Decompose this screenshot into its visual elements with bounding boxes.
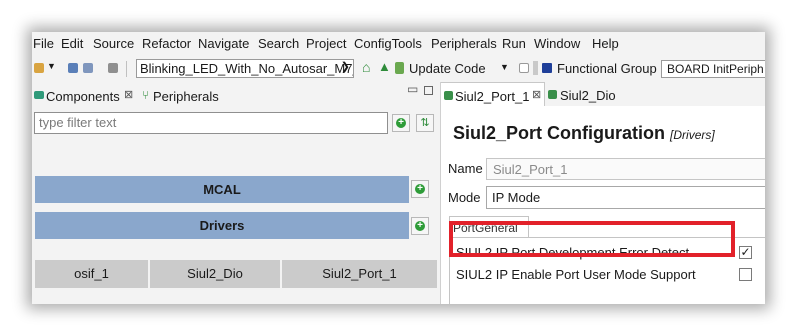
- menu-edit[interactable]: Edit: [61, 36, 83, 51]
- toolbar-separator-2: [533, 61, 538, 75]
- functional-group-icon: [542, 63, 552, 73]
- menu-peripherals[interactable]: Peripherals: [431, 36, 497, 51]
- menu-window[interactable]: Window: [534, 36, 580, 51]
- warning-icon[interactable]: ▲: [378, 59, 391, 74]
- tab-siul2-port-label: Siul2_Port_1: [455, 89, 530, 104]
- filter-input[interactable]: type filter text: [34, 112, 388, 134]
- checkmark-icon: ✓: [740, 245, 751, 259]
- close-icon[interactable]: ⊠: [124, 88, 133, 101]
- configuration-view: Siul2_Port_1 ⊠ Siul2_Dio Siul2_Port Conf…: [441, 82, 765, 304]
- component-osif[interactable]: osif_1: [35, 260, 148, 288]
- menu-source[interactable]: Source: [93, 36, 134, 51]
- update-code-dropdown-icon[interactable]: ▼: [500, 62, 509, 72]
- tab-port-general[interactable]: PortGeneral: [449, 216, 529, 238]
- add-drivers-button[interactable]: +: [411, 217, 429, 235]
- save-all-icon[interactable]: [83, 63, 93, 73]
- tab-peripherals[interactable]: Peripherals: [153, 89, 219, 104]
- component-icon: [444, 91, 453, 100]
- page-title-text: Siul2_Port Configuration: [453, 123, 666, 143]
- add-mcal-button[interactable]: +: [411, 180, 429, 198]
- component-siul2-dio[interactable]: Siul2_Dio: [150, 260, 280, 288]
- component-siul2-port[interactable]: Siul2_Port_1: [282, 260, 437, 288]
- name-field[interactable]: Siul2_Port_1: [486, 158, 765, 180]
- user-mode-support-checkbox[interactable]: [739, 268, 752, 281]
- menu-configtools[interactable]: ConfigTools: [354, 36, 422, 51]
- add-component-button[interactable]: +: [392, 114, 410, 132]
- toolbar: ▼ Blinking_LED_With_No_Autosar_M7_ ❯ ⌂ ▲…: [32, 56, 765, 82]
- minimize-icon[interactable]: ▭: [407, 82, 418, 96]
- dev-error-detect-checkbox[interactable]: ✓: [739, 246, 752, 259]
- toolbar-separator: [126, 61, 127, 77]
- maximize-icon[interactable]: [424, 86, 433, 95]
- menu-refactor[interactable]: Refactor: [142, 36, 191, 51]
- mode-select-value: IP Mode: [492, 190, 541, 205]
- functional-group-label: Functional Group: [557, 61, 657, 76]
- components-view: Components ⊠ ⑂ Peripherals ▭ type filter…: [32, 82, 440, 304]
- dev-error-detect-label: SIUL2 IP Port Development Error Detect: [456, 245, 690, 260]
- update-code-icon[interactable]: [395, 62, 404, 74]
- print-icon[interactable]: [108, 63, 118, 73]
- plus-icon: +: [415, 221, 425, 231]
- mode-label: Mode: [448, 190, 481, 205]
- document-icon[interactable]: [519, 63, 529, 73]
- page-title: Siul2_Port Configuration [Drivers]: [453, 123, 715, 144]
- filter-placeholder: type filter text: [39, 115, 117, 130]
- name-label: Name: [448, 161, 483, 176]
- group-drivers[interactable]: Drivers: [35, 212, 409, 239]
- menu-file[interactable]: File: [33, 36, 54, 51]
- save-icon[interactable]: [68, 63, 78, 73]
- functional-group-value: BOARD InitPeriph: [667, 62, 764, 76]
- components-icon: [34, 91, 44, 99]
- sort-button[interactable]: ⇅: [416, 114, 434, 132]
- new-file-icon[interactable]: [34, 63, 44, 73]
- project-combo-value: Blinking_LED_With_No_Autosar_M7_: [140, 61, 354, 76]
- menu-run[interactable]: Run: [502, 36, 526, 51]
- mode-select[interactable]: IP Mode: [486, 186, 765, 209]
- menu-project[interactable]: Project: [306, 36, 346, 51]
- chevron-down-icon: ❯: [340, 61, 350, 73]
- group-mcal[interactable]: MCAL: [35, 176, 409, 203]
- plus-icon: +: [396, 118, 406, 128]
- peripherals-tree-icon: ⑂: [142, 88, 150, 102]
- name-field-value: Siul2_Port_1: [493, 162, 568, 177]
- functional-group-combo[interactable]: BOARD InitPeriph: [661, 60, 765, 78]
- tab-siul2-port[interactable]: Siul2_Port_1 ⊠: [441, 82, 545, 106]
- sort-icon: ⇅: [420, 117, 430, 129]
- plus-icon: +: [415, 184, 425, 194]
- close-icon[interactable]: ⊠: [532, 88, 541, 101]
- project-combo[interactable]: Blinking_LED_With_No_Autosar_M7_ ❯: [136, 59, 354, 78]
- user-mode-support-label: SIUL2 IP Enable Port User Mode Support: [456, 267, 696, 282]
- ide-window: File Edit Source Refactor Navigate Searc…: [32, 32, 765, 304]
- component-icon: [548, 90, 557, 99]
- dropdown-arrow-icon[interactable]: ▼: [47, 61, 56, 71]
- page-title-subtitle: [Drivers]: [670, 128, 715, 142]
- menu-bar: File Edit Source Refactor Navigate Searc…: [32, 32, 765, 56]
- menu-help[interactable]: Help: [592, 36, 619, 51]
- tab-components[interactable]: Components: [46, 89, 120, 104]
- tab-siul2-dio[interactable]: Siul2_Dio: [560, 88, 616, 103]
- home-icon[interactable]: ⌂: [362, 59, 370, 75]
- update-code-button[interactable]: Update Code: [409, 61, 486, 76]
- config-editor: Siul2_Port Configuration [Drivers] Name …: [441, 106, 765, 304]
- menu-navigate[interactable]: Navigate: [198, 36, 249, 51]
- menu-search[interactable]: Search: [258, 36, 299, 51]
